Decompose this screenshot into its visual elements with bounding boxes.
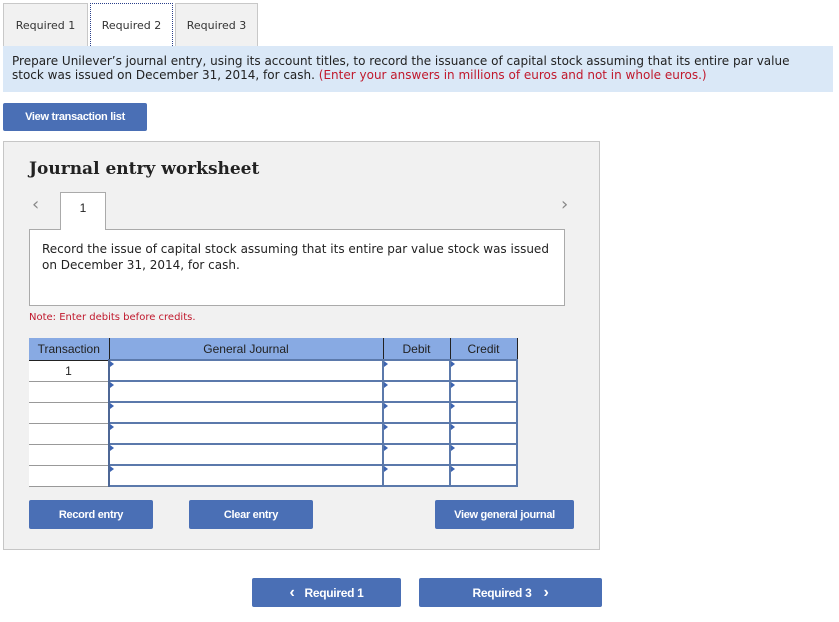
previous-required-label: Required 1 — [304, 585, 364, 600]
entry-page-tab[interactable]: 1 — [60, 192, 106, 230]
tab-required-2[interactable]: Required 2 — [90, 3, 173, 46]
tab-required-3[interactable]: Required 3 — [175, 3, 258, 46]
table-row — [29, 422, 518, 445]
chevron-left-icon: ‹ — [289, 583, 295, 601]
credit-input[interactable] — [449, 464, 518, 487]
account-input[interactable] — [108, 443, 384, 466]
header-debit: Debit — [383, 338, 451, 361]
debits-note: Note: Enter debits before credits. — [29, 312, 196, 323]
entry-description: Record the issue of capital stock assumi… — [29, 229, 565, 306]
previous-required-button[interactable]: ‹ Required 1 — [252, 578, 401, 607]
credit-input[interactable] — [449, 380, 518, 403]
table-row — [29, 401, 518, 424]
debit-input[interactable] — [382, 464, 451, 487]
debit-input[interactable] — [382, 380, 451, 403]
credit-input[interactable] — [449, 443, 518, 466]
tab-required-1[interactable]: Required 1 — [3, 3, 88, 46]
instructions-banner: Prepare Unilever’s journal entry, using … — [3, 46, 833, 92]
account-input[interactable] — [108, 401, 384, 424]
transaction-cell — [29, 465, 110, 487]
chevron-right-icon[interactable]: › — [561, 194, 568, 215]
transaction-cell — [29, 402, 110, 424]
chevron-right-icon: › — [543, 583, 549, 601]
header-transaction: Transaction — [29, 338, 110, 361]
debit-input[interactable] — [382, 401, 451, 424]
record-entry-button[interactable]: Record entry — [29, 500, 153, 529]
debit-input[interactable] — [382, 422, 451, 445]
transaction-cell — [29, 444, 110, 466]
transaction-cell: 1 — [29, 360, 110, 382]
account-input[interactable] — [108, 464, 384, 487]
worksheet-title: Journal entry worksheet — [29, 159, 260, 179]
chevron-left-icon[interactable]: ‹ — [32, 194, 39, 215]
credit-input[interactable] — [449, 401, 518, 424]
header-credit: Credit — [450, 338, 518, 361]
next-required-button[interactable]: Required 3 › — [419, 578, 602, 607]
view-general-journal-button[interactable]: View general journal — [435, 500, 574, 529]
next-required-label: Required 3 — [472, 585, 532, 600]
transaction-cell — [29, 381, 110, 403]
transaction-cell — [29, 423, 110, 445]
account-input[interactable] — [108, 359, 384, 382]
table-row — [29, 380, 518, 403]
table-row — [29, 464, 518, 487]
journal-entry-worksheet: Journal entry worksheet ‹ › 1 Record the… — [3, 141, 600, 550]
entry-description-text: Record the issue of capital stock assumi… — [42, 242, 549, 272]
account-input[interactable] — [108, 380, 384, 403]
header-general-journal: General Journal — [109, 338, 384, 361]
clear-entry-button[interactable]: Clear entry — [189, 500, 313, 529]
debit-input[interactable] — [382, 443, 451, 466]
table-row — [29, 443, 518, 466]
credit-input[interactable] — [449, 359, 518, 382]
requirement-tabs: Required 1 Required 2 Required 3 — [3, 3, 260, 46]
instructions-note: (Enter your answers in millions of euros… — [318, 68, 707, 82]
view-transaction-list-button[interactable]: View transaction list — [3, 103, 147, 131]
journal-table: Transaction General Journal Debit Credit… — [29, 338, 518, 487]
credit-input[interactable] — [449, 422, 518, 445]
table-row: 1 — [29, 359, 518, 382]
debit-input[interactable] — [382, 359, 451, 382]
account-input[interactable] — [108, 422, 384, 445]
